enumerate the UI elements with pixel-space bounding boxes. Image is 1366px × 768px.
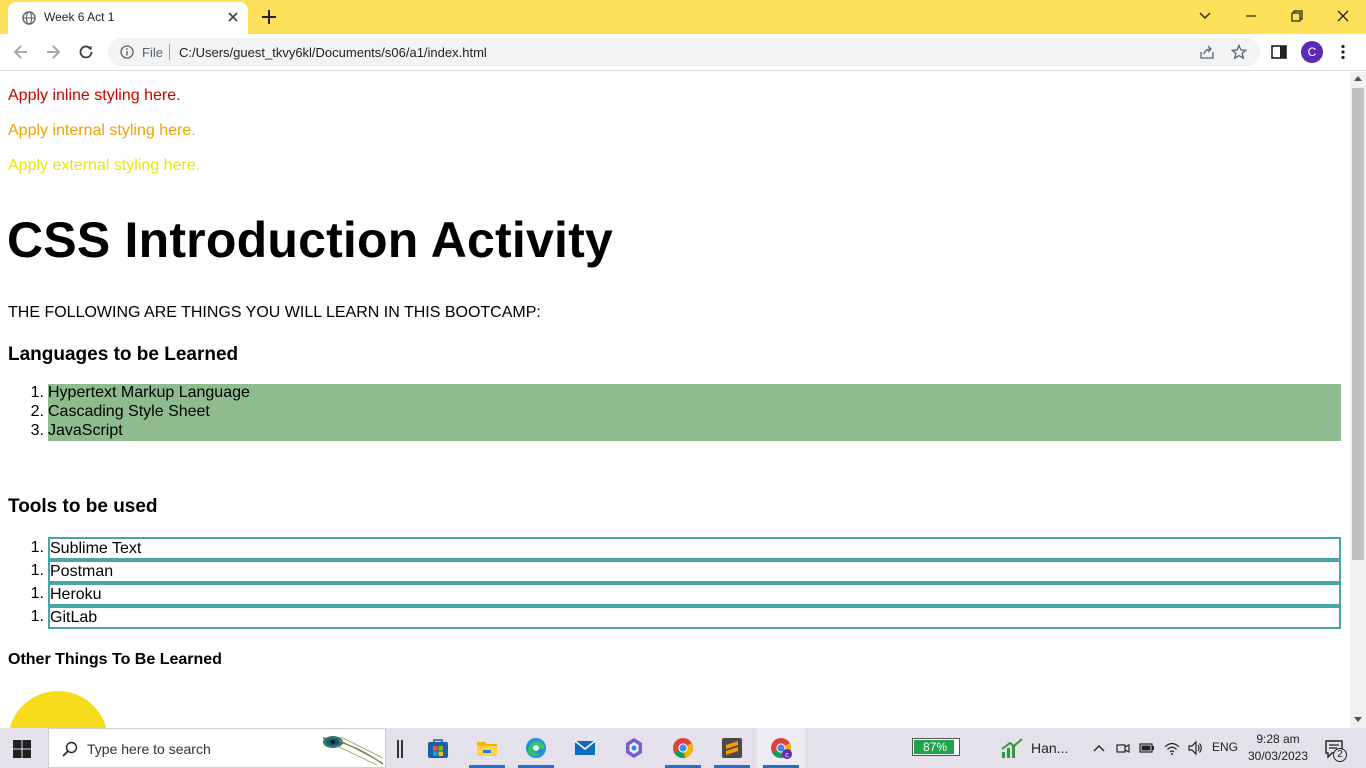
list-item: Postman [48, 560, 1341, 583]
list-number: 1. [30, 608, 44, 625]
address-url[interactable]: C:/Users/guest_tkvy6kl/Documents/s06/a1/… [179, 45, 487, 60]
close-icon[interactable] [226, 10, 240, 24]
external-styling-paragraph: Apply external styling here. [8, 157, 201, 174]
intro-text: THE FOLLOWING ARE THINGS YOU WILL LEARN … [8, 304, 541, 321]
scroll-up-arrow-icon[interactable] [1354, 76, 1362, 81]
list-number: 3. [30, 422, 44, 439]
scroll-thumb[interactable] [1352, 88, 1364, 560]
languages-list: 1. Hypertext Markup Language 2. Cascadin… [31, 384, 1341, 441]
forward-icon[interactable] [43, 42, 63, 62]
copilot-icon [626, 738, 642, 758]
yellow-circle-shape [8, 691, 108, 728]
clock-date[interactable]: 30/03/2023 [1240, 749, 1316, 763]
page-content: Apply inline styling here. Apply interna… [0, 72, 1350, 728]
taskbar-app-copilot[interactable] [610, 728, 658, 768]
list-number: 1. [30, 539, 44, 556]
list-item: GitLab [48, 606, 1341, 629]
task-view-icon[interactable] [397, 740, 403, 758]
list-item-label: Sublime Text [50, 540, 142, 557]
taskbar-app-mail[interactable] [561, 728, 609, 768]
restore-icon[interactable] [1286, 6, 1308, 26]
battery-percent: 87% [922, 740, 948, 754]
address-bar[interactable]: File C:/Users/guest_tkvy6kl/Documents/s0… [108, 38, 1260, 66]
info-icon[interactable] [120, 45, 134, 59]
file-explorer-icon [477, 742, 497, 756]
inline-styling-paragraph: Apply inline styling here. [8, 87, 181, 104]
plus-icon[interactable] [260, 8, 278, 26]
scroll-down-arrow-icon[interactable] [1354, 717, 1362, 722]
taskbar-app-sublime[interactable] [708, 728, 756, 768]
other-things-heading: Other Things To Be Learned [8, 651, 222, 668]
list-item-label: Heroku [50, 586, 102, 603]
edge-icon [526, 738, 546, 758]
profile-avatar[interactable]: C [1301, 41, 1323, 63]
list-item: 3. JavaScript [31, 422, 1341, 441]
chevron-down-icon[interactable] [1194, 6, 1216, 26]
taskbar-app-file-explorer[interactable] [463, 728, 511, 768]
list-item-label: JavaScript [48, 422, 123, 439]
reload-icon[interactable] [76, 42, 96, 62]
battery-icon[interactable] [1139, 740, 1155, 756]
list-item: 2. Cascading Style Sheet [31, 403, 1341, 422]
chevron-up-icon[interactable] [1091, 740, 1107, 756]
stocks-icon[interactable] [1000, 737, 1024, 759]
speaker-icon[interactable] [1187, 740, 1203, 756]
search-placeholder: Type here to search [87, 741, 211, 757]
minimize-icon[interactable] [1240, 6, 1262, 26]
taskbar-app-store[interactable] [414, 728, 462, 768]
internal-styling-paragraph: Apply internal styling here. [8, 122, 196, 139]
list-item-label: Postman [50, 563, 114, 580]
input-language-indicator[interactable]: ENG [1212, 740, 1238, 754]
taskbar-app-chrome[interactable] [659, 728, 707, 768]
windows-start-icon[interactable] [12, 739, 32, 759]
stock-widget-label[interactable]: Han... [1031, 740, 1068, 756]
feather-icon [322, 736, 384, 766]
address-separator [169, 44, 170, 60]
star-icon[interactable] [1231, 44, 1247, 60]
list-number: 1. [30, 585, 44, 602]
tab-title: Week 6 Act 1 [44, 10, 115, 24]
notification-count-badge: 2 [1333, 748, 1347, 762]
page-title: CSS Introduction Activity [7, 212, 613, 268]
back-icon[interactable] [11, 42, 31, 62]
list-number: 2. [30, 403, 44, 420]
wifi-icon[interactable] [1164, 740, 1180, 756]
clock-time[interactable]: 9:28 am [1240, 732, 1316, 746]
mail-icon [574, 740, 596, 755]
chrome-icon [673, 738, 694, 759]
list-item: Sublime Text [48, 537, 1341, 560]
languages-heading: Languages to be Learned [8, 344, 239, 365]
list-number: 1. [30, 384, 44, 401]
windows-taskbar: Type here to search c 87% Han... ENG 9:2… [0, 728, 1366, 768]
list-item-label: GitLab [50, 609, 98, 626]
browser-tab[interactable]: Week 6 Act 1 [8, 2, 248, 34]
meet-icon[interactable] [1115, 740, 1131, 756]
sublime-icon [722, 738, 742, 758]
globe-icon [22, 11, 36, 25]
more-menu-icon[interactable] [1334, 43, 1352, 61]
tools-heading: Tools to be used [8, 496, 158, 517]
list-item: 1. Hypertext Markup Language [31, 384, 1341, 403]
taskbar-app-chrome-profile[interactable]: c [757, 728, 805, 768]
search-icon [62, 741, 78, 757]
list-item-label: Cascading Style Sheet [48, 403, 210, 420]
taskbar-app-edge[interactable] [512, 728, 560, 768]
list-item: Heroku [48, 583, 1341, 606]
browser-title-bar: Week 6 Act 1 [0, 0, 1366, 34]
list-item-label: Hypertext Markup Language [48, 384, 250, 401]
list-number: 1. [30, 562, 44, 579]
address-scheme-label: File [142, 45, 163, 60]
browser-toolbar: File C:/Users/guest_tkvy6kl/Documents/s0… [0, 34, 1366, 71]
side-panel-icon[interactable] [1270, 43, 1288, 61]
page-scrollbar[interactable] [1350, 72, 1366, 728]
share-icon[interactable] [1199, 44, 1215, 60]
svg-text:c: c [785, 752, 789, 759]
taskbar-search-box[interactable]: Type here to search [48, 728, 386, 768]
chrome-profile-icon: c [771, 738, 792, 759]
battery-meter-widget[interactable]: 87% [912, 738, 960, 756]
microsoft-store-icon [428, 739, 448, 758]
close-icon[interactable] [1332, 6, 1354, 26]
